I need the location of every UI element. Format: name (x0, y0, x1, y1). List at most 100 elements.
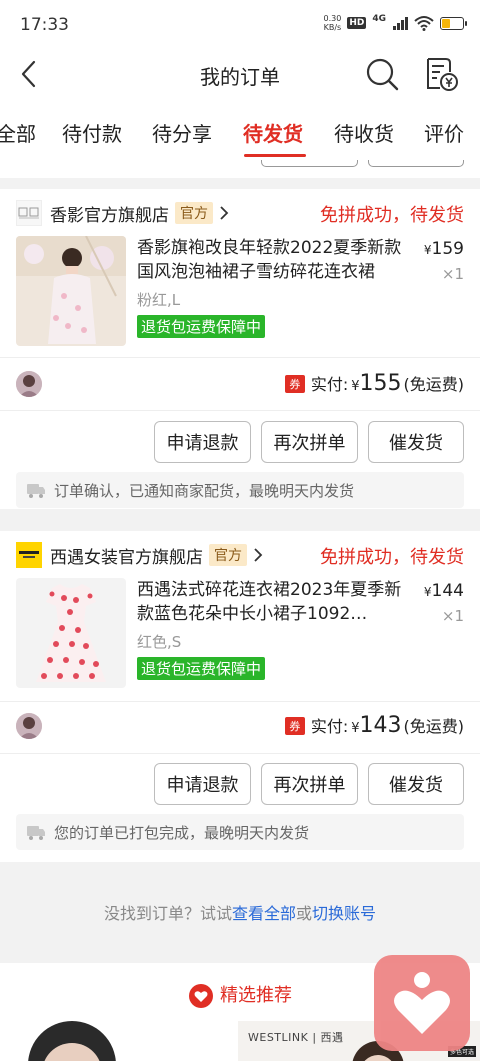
notice-text: 订单确认，已通知商家配货，最晚明天内发货 (54, 481, 355, 500)
network-speed-value: 0.30 (323, 14, 342, 23)
nav-bar: 我的订单 (0, 50, 480, 98)
product-title[interactable]: 西遇法式碎花连衣裙2023年夏季新款蓝色花朵中长小裙子1092… (137, 578, 405, 626)
battery-level (442, 18, 450, 28)
battery-icon (440, 16, 467, 30)
product-price: ¥144 (424, 581, 464, 601)
return-shipping-badge: 退货包运费保障中 (137, 657, 266, 680)
network-speed: 0.30 KB/s (324, 14, 342, 32)
network-type: 4G (372, 14, 386, 24)
order-notice: 订单确认，已通知商家配货，最晚明天内发货 (16, 472, 464, 508)
status-time: 17:33 (20, 15, 69, 35)
order-card: 西遇女装官方旗舰店 官方 免拼成功，待发货 西遇法式碎花连衣裙2023年夏季新款… (0, 531, 480, 862)
request-refund-button[interactable]: 申请退款 (154, 421, 251, 463)
signal-icon (393, 16, 408, 30)
reorder-button[interactable]: 再次拼单 (261, 421, 358, 463)
paid-symbol: ¥ (351, 721, 360, 736)
tab-pending-share[interactable]: 待分享 (152, 118, 212, 147)
product-title[interactable]: 香影旗袍改良年轻款2022夏季新款国风泡泡袖裙子雪纺碎花连衣裙 (137, 236, 405, 284)
active-tab-indicator (244, 154, 306, 157)
shop-logo-mark (19, 551, 39, 558)
order-card: 香影官方旗舰店 官方 免拼成功，待发货 香影旗袍改良年轻款2022夏季新款国风泡… (0, 189, 480, 509)
order-notice: 您的订单已打包完成，最晚明天内发货 (16, 814, 464, 850)
paid-label: 实付: (310, 717, 349, 736)
payment-summary: 券 实付: ¥ 143 (免运费) (284, 713, 465, 738)
notice-text: 您的订单已打包完成，最晚明天内发货 (54, 823, 310, 842)
shop-name: 香影官方旗舰店 (50, 205, 169, 226)
divider (0, 753, 480, 754)
order-status: 免拼成功，待发货 (320, 547, 464, 568)
urge-shipment-button[interactable]: 催发货 (368, 421, 464, 463)
view-all-link[interactable]: 查看全部 (232, 904, 296, 923)
status-icons: 0.30 KB/s HD 4G (324, 14, 467, 32)
hint-text: 没找到订单？试试 (103, 904, 232, 923)
shop-logo-mark (18, 207, 39, 219)
status-bar: 17:33 0.30 KB/s HD 4G (0, 0, 480, 50)
product-spec: 粉红,L (137, 291, 181, 309)
truck-icon (27, 484, 45, 498)
switch-account-link[interactable]: 切换账号 (312, 904, 376, 923)
recommend-brand: WESTLINK | 西遇 (248, 1031, 344, 1044)
product-spec: 红色,S (137, 633, 182, 651)
previous-order-button[interactable] (261, 160, 358, 167)
paid-amount: 143 (359, 713, 402, 738)
chevron-right-icon (220, 206, 229, 220)
previous-order-card (0, 160, 480, 178)
previous-order-button[interactable] (368, 160, 464, 167)
payment-summary: 券 实付: ¥ 155 (免运费) (284, 371, 465, 396)
price-symbol: ¥ (423, 585, 432, 599)
heart-person-icon (394, 972, 450, 1034)
floating-heart-button[interactable] (374, 955, 470, 1051)
paid-symbol: ¥ (351, 379, 360, 394)
hd-icon: HD (347, 17, 367, 29)
recommend-title-text: 精选推荐 (220, 985, 292, 1006)
shipping-note: (免运费) (403, 375, 465, 394)
tab-pending-shipment[interactable]: 待发货 (243, 118, 303, 147)
shop-name: 西遇女装官方旗舰店 (50, 547, 203, 568)
avatar[interactable] (16, 713, 42, 739)
coupon-icon: 券 (284, 374, 305, 393)
network-speed-unit: KB/s (323, 23, 342, 32)
chevron-right-icon (254, 548, 263, 562)
order-tabs: 全部 待付款 待分享 待发货 待收货 评价 (0, 98, 480, 160)
no-order-hint: 没找到订单？试试查看全部或切换账号 (0, 900, 480, 924)
recommend-item-image[interactable] (0, 1021, 236, 1061)
shop-logo (16, 542, 42, 568)
coupon-icon: 券 (284, 716, 305, 735)
price-value: 159 (431, 239, 464, 259)
reorder-button[interactable]: 再次拼单 (261, 763, 358, 805)
order-status: 免拼成功，待发货 (320, 205, 464, 226)
shop-header[interactable]: 香影官方旗舰店 官方 免拼成功，待发货 (16, 199, 464, 227)
tab-pending-payment[interactable]: 待付款 (62, 118, 122, 147)
shop-header[interactable]: 西遇女装官方旗舰店 官方 免拼成功，待发货 (16, 541, 464, 569)
official-tag: 官方 (175, 202, 213, 224)
product-image[interactable] (16, 578, 126, 688)
search-icon[interactable] (364, 56, 400, 92)
shop-logo (16, 200, 42, 226)
official-tag: 官方 (209, 544, 247, 566)
tab-review[interactable]: 评价 (424, 118, 464, 147)
tab-pending-receipt[interactable]: 待收货 (334, 118, 394, 147)
shipping-note: (免运费) (403, 717, 465, 736)
tab-all[interactable]: 全部 (0, 118, 36, 147)
product-quantity: ×1 (441, 265, 464, 283)
request-refund-button[interactable]: 申请退款 (154, 763, 251, 805)
price-symbol: ¥ (423, 243, 432, 257)
paid-label: 实付: (310, 375, 349, 394)
wifi-icon (414, 16, 434, 31)
divider (0, 701, 480, 702)
truck-icon (27, 826, 45, 840)
product-quantity: ×1 (441, 607, 464, 625)
product-image[interactable] (16, 236, 126, 346)
hint-or-text: 或 (296, 904, 313, 923)
divider (0, 357, 480, 358)
invoice-yen-icon[interactable] (422, 56, 458, 92)
paid-amount: 155 (359, 371, 402, 396)
page-title: 我的订单 (200, 65, 280, 89)
divider (0, 410, 480, 411)
urge-shipment-button[interactable]: 催发货 (368, 763, 464, 805)
price-value: 144 (431, 581, 464, 601)
return-shipping-badge: 退货包运费保障中 (137, 315, 266, 338)
product-price: ¥159 (424, 239, 464, 259)
avatar[interactable] (16, 371, 42, 397)
heart-icon (189, 984, 213, 1008)
